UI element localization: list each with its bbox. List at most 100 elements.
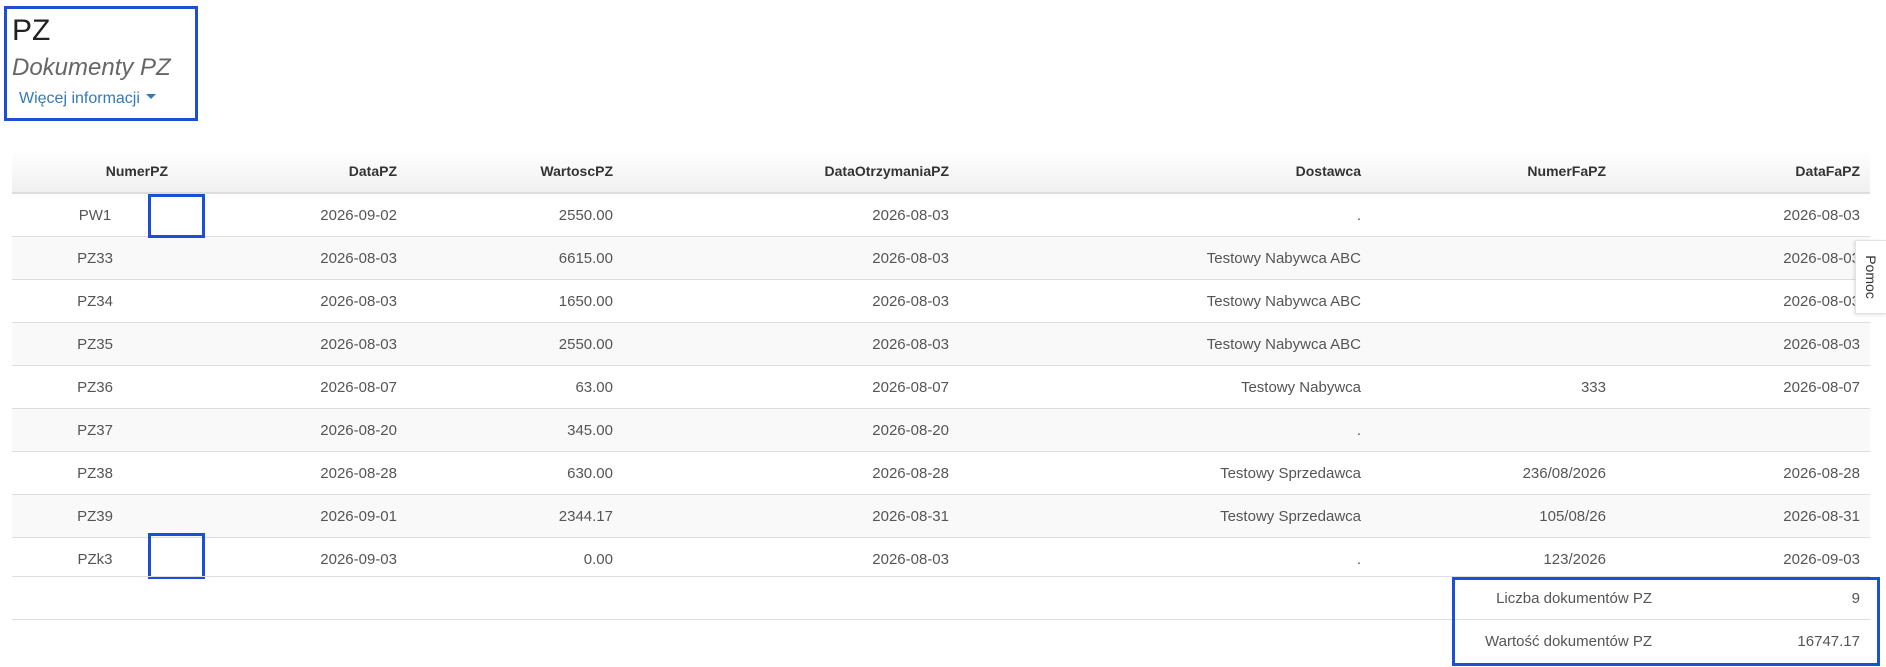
cell-numerfapz — [1371, 322, 1616, 366]
cell-numerpz: PZ36 — [12, 365, 178, 409]
help-tab[interactable]: Pomoc — [1855, 240, 1886, 314]
cell-datapz: 2026-08-03 — [178, 236, 407, 280]
cell-datafapz — [1616, 408, 1870, 452]
cell-numerfapz: 105/08/26 — [1371, 494, 1616, 538]
cell-wartoscpz: 345.00 — [407, 408, 623, 452]
cell-numerpz: PZ37 — [12, 408, 178, 452]
cell-datapz: 2026-09-01 — [178, 494, 407, 538]
cell-dostawca: . — [959, 408, 1371, 452]
cell-dostawca: . — [959, 192, 1371, 237]
document-number-link[interactable]: PZ35 — [77, 336, 113, 353]
cell-numerfapz: 333 — [1371, 365, 1616, 409]
cell-numerpz: PZ33 — [12, 236, 178, 280]
cell-datapz: 2026-08-07 — [178, 365, 407, 409]
more-info-label: Więcej informacji — [19, 90, 140, 107]
document-number-link[interactable]: PZk3 — [77, 551, 112, 568]
document-number-link[interactable]: PZ33 — [77, 250, 113, 267]
cell-dostawca: . — [959, 537, 1371, 580]
table-row[interactable]: PZ37 2026-08-20 345.00 2026-08-20. — [12, 408, 1870, 452]
document-number-link[interactable]: PZ36 — [77, 379, 113, 396]
table-row[interactable]: PZ34 2026-08-03 1650.00 2026-08-03 Testowy N… — [12, 279, 1870, 323]
cell-datafapz: 2026-08-03 — [1616, 192, 1870, 237]
column-header-wartoscpz[interactable]: WartoscPZ — [407, 150, 623, 194]
cell-datapz: 2026-08-03 — [178, 279, 407, 323]
cell-datafapz: 2026-08-03 — [1616, 236, 1870, 280]
column-header-dostawca[interactable]: Dostawca — [959, 150, 1371, 194]
cell-dataotrzymaniapz: 2026-08-07 — [623, 365, 959, 409]
pz-documents-table: NumerPZ DataPZ WartoscPZ DataOtrzymaniaP… — [12, 150, 1870, 580]
cell-dataotrzymaniapz: 2026-08-20 — [623, 408, 959, 452]
column-header-datapz[interactable]: DataPZ — [178, 150, 407, 194]
document-number-link[interactable]: PW1 — [79, 207, 112, 224]
cell-wartoscpz: 630.00 — [407, 451, 623, 495]
more-info-toggle[interactable]: Więcej informacji — [19, 88, 156, 110]
cell-numerfapz — [1371, 236, 1616, 280]
document-number-link[interactable]: PZ38 — [77, 465, 113, 482]
table-header-row: NumerPZ DataPZ WartoscPZ DataOtrzymaniaP… — [12, 150, 1870, 194]
cell-numerpz: PZ35 — [12, 322, 178, 366]
table-row[interactable]: PZk3 2026-09-03 0.00 2026-08-03. 123/2026 202… — [12, 537, 1870, 580]
cell-dataotrzymaniapz: 2026-08-03 — [623, 236, 959, 280]
summary-total-value: 16747.17 — [1662, 619, 1870, 662]
cell-datafapz: 2026-08-03 — [1616, 322, 1870, 366]
cell-dostawca: Testowy Sprzedawca — [959, 451, 1371, 495]
table-row[interactable]: PZ35 2026-08-03 2550.00 2026-08-03 Testowy N… — [12, 322, 1870, 366]
cell-datapz: 2026-08-20 — [178, 408, 407, 452]
table-row[interactable]: PZ33 2026-08-03 6615.00 2026-08-03 Testowy N… — [12, 236, 1870, 280]
cell-wartoscpz: 2344.17 — [407, 494, 623, 538]
cell-dataotrzymaniapz: 2026-08-03 — [623, 192, 959, 237]
cell-numerfapz — [1371, 192, 1616, 237]
cell-dataotrzymaniapz: 2026-08-03 — [623, 322, 959, 366]
summary-table: Liczba dokumentów PZ 9 Wartość dokumentó… — [12, 576, 1870, 662]
cell-numerfapz — [1371, 279, 1616, 323]
cell-wartoscpz: 1650.00 — [407, 279, 623, 323]
summary-count-label: Liczba dokumentów PZ — [1462, 576, 1662, 620]
table-row[interactable]: PZ38 2026-08-28 630.00 2026-08-28 Testowy Sp… — [12, 451, 1870, 495]
summary-total-label: Wartość dokumentów PZ — [1462, 619, 1662, 662]
page-title: PZ — [12, 14, 51, 47]
cell-dostawca: Testowy Nabywca ABC — [959, 322, 1371, 366]
document-number-link[interactable]: PZ34 — [77, 293, 113, 310]
help-tab-label: Pomoc — [1863, 255, 1879, 299]
cell-datafapz: 2026-08-28 — [1616, 451, 1870, 495]
column-header-datafapz[interactable]: DataFaPZ — [1616, 150, 1870, 194]
document-number-link[interactable]: PZ37 — [77, 422, 113, 439]
cell-datapz: 2026-09-02 — [178, 192, 407, 237]
document-number-link[interactable]: PZ39 — [77, 508, 113, 525]
cell-wartoscpz: 2550.00 — [407, 322, 623, 366]
cell-numerpz: PZ39 — [12, 494, 178, 538]
cell-numerpz: PZk3 — [12, 537, 178, 580]
cell-datafapz: 2026-08-07 — [1616, 365, 1870, 409]
column-header-numerfapz[interactable]: NumerFaPZ — [1371, 150, 1616, 194]
cell-datapz: 2026-08-03 — [178, 322, 407, 366]
column-header-dataotrzymaniapz[interactable]: DataOtrzymaniaPZ — [623, 150, 959, 194]
cell-wartoscpz: 63.00 — [407, 365, 623, 409]
cell-dostawca: Testowy Nabywca ABC — [959, 236, 1371, 280]
table-row[interactable]: PZ36 2026-08-07 63.00 2026-08-07 Testowy Nab… — [12, 365, 1870, 409]
column-header-numerpz[interactable]: NumerPZ — [12, 150, 178, 194]
cell-datapz: 2026-09-03 — [178, 537, 407, 580]
cell-dostawca: Testowy Sprzedawca — [959, 494, 1371, 538]
page-subtitle: Dokumenty PZ — [12, 54, 171, 81]
summary-count-value: 9 — [1662, 576, 1870, 620]
cell-wartoscpz: 2550.00 — [407, 192, 623, 237]
cell-dataotrzymaniapz: 2026-08-28 — [623, 451, 959, 495]
cell-dataotrzymaniapz: 2026-08-03 — [623, 537, 959, 580]
cell-datafapz: 2026-08-31 — [1616, 494, 1870, 538]
cell-dostawca: Testowy Nabywca — [959, 365, 1371, 409]
cell-wartoscpz: 0.00 — [407, 537, 623, 580]
cell-dataotrzymaniapz: 2026-08-31 — [623, 494, 959, 538]
summary-row-total: Wartość dokumentów PZ 16747.17 — [12, 619, 1870, 662]
cell-dostawca: Testowy Nabywca ABC — [959, 279, 1371, 323]
cell-wartoscpz: 6615.00 — [407, 236, 623, 280]
cell-numerpz: PZ34 — [12, 279, 178, 323]
summary-row-count: Liczba dokumentów PZ 9 — [12, 576, 1870, 620]
cell-numerfapz: 236/08/2026 — [1371, 451, 1616, 495]
cell-datafapz: 2026-08-03 — [1616, 279, 1870, 323]
cell-numerfapz: 123/2026 — [1371, 537, 1616, 580]
cell-datapz: 2026-08-28 — [178, 451, 407, 495]
table-row[interactable]: PZ39 2026-09-01 2344.17 2026-08-31 Testowy S… — [12, 494, 1870, 538]
table-row[interactable]: PW1 2026-09-02 2550.00 2026-08-03. 2026-08-0… — [12, 192, 1870, 237]
cell-numerpz: PW1 — [12, 192, 178, 237]
cell-dataotrzymaniapz: 2026-08-03 — [623, 279, 959, 323]
